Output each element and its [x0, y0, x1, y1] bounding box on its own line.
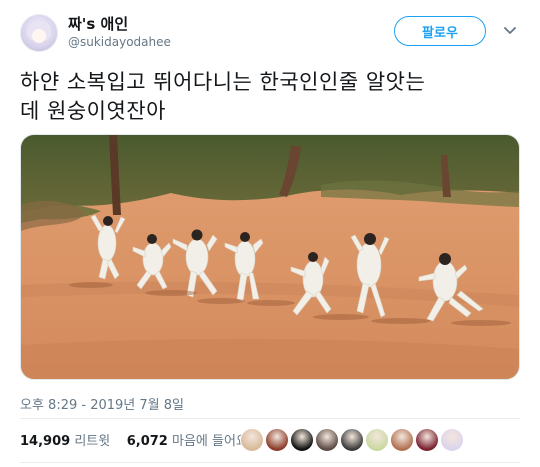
liker-avatar[interactable] — [265, 428, 289, 452]
liker-avatar[interactable] — [415, 428, 439, 452]
divider — [20, 418, 520, 419]
divider — [20, 462, 520, 463]
tweet-header: 짜's 애인 @sukidayodahee 팔로우 — [0, 0, 540, 62]
liker-avatar[interactable] — [440, 428, 464, 452]
author-handle[interactable]: @sukidayodahee — [68, 35, 171, 49]
liker-avatar[interactable] — [315, 428, 339, 452]
liker-avatar[interactable] — [240, 428, 264, 452]
like-count-value: 6,072 — [126, 434, 168, 449]
tweet-stats: 14,909 리트윗 6,072 마음에 들어요 — [20, 430, 248, 449]
author-display-name[interactable]: 짜's 애인 — [68, 13, 128, 34]
tweet-timestamp[interactable]: 오후 8:29 - 2019년 7월 8일 — [20, 394, 184, 413]
chevron-down-icon[interactable] — [502, 22, 518, 38]
tweet-text: 하얀 소복입고 뛰어다니는 한국인인줄 알앗는 데 원숭이엿잔아 — [20, 68, 520, 126]
liker-avatar[interactable] — [290, 428, 314, 452]
tweet-photo[interactable] — [20, 134, 520, 380]
retweet-count[interactable]: 14,909 리트윗 — [20, 434, 110, 449]
retweet-label: 리트윗 — [74, 434, 111, 449]
retweet-count-value: 14,909 — [20, 434, 71, 449]
lemur-photo-illustration — [21, 135, 519, 379]
author-avatar[interactable] — [20, 14, 58, 52]
liker-avatar[interactable] — [390, 428, 414, 452]
tweet-text-line: 데 원숭이엿잔아 — [20, 99, 166, 123]
follow-button[interactable]: 팔로우 — [394, 16, 486, 46]
like-count[interactable]: 6,072 마음에 들어요 — [127, 434, 248, 449]
tweet-text-line: 하얀 소복입고 뛰어다니는 한국인인줄 알앗는 — [20, 70, 426, 94]
like-label: 마음에 들어요 — [172, 434, 248, 449]
liker-avatar[interactable] — [365, 428, 389, 452]
liker-avatar[interactable] — [340, 428, 364, 452]
